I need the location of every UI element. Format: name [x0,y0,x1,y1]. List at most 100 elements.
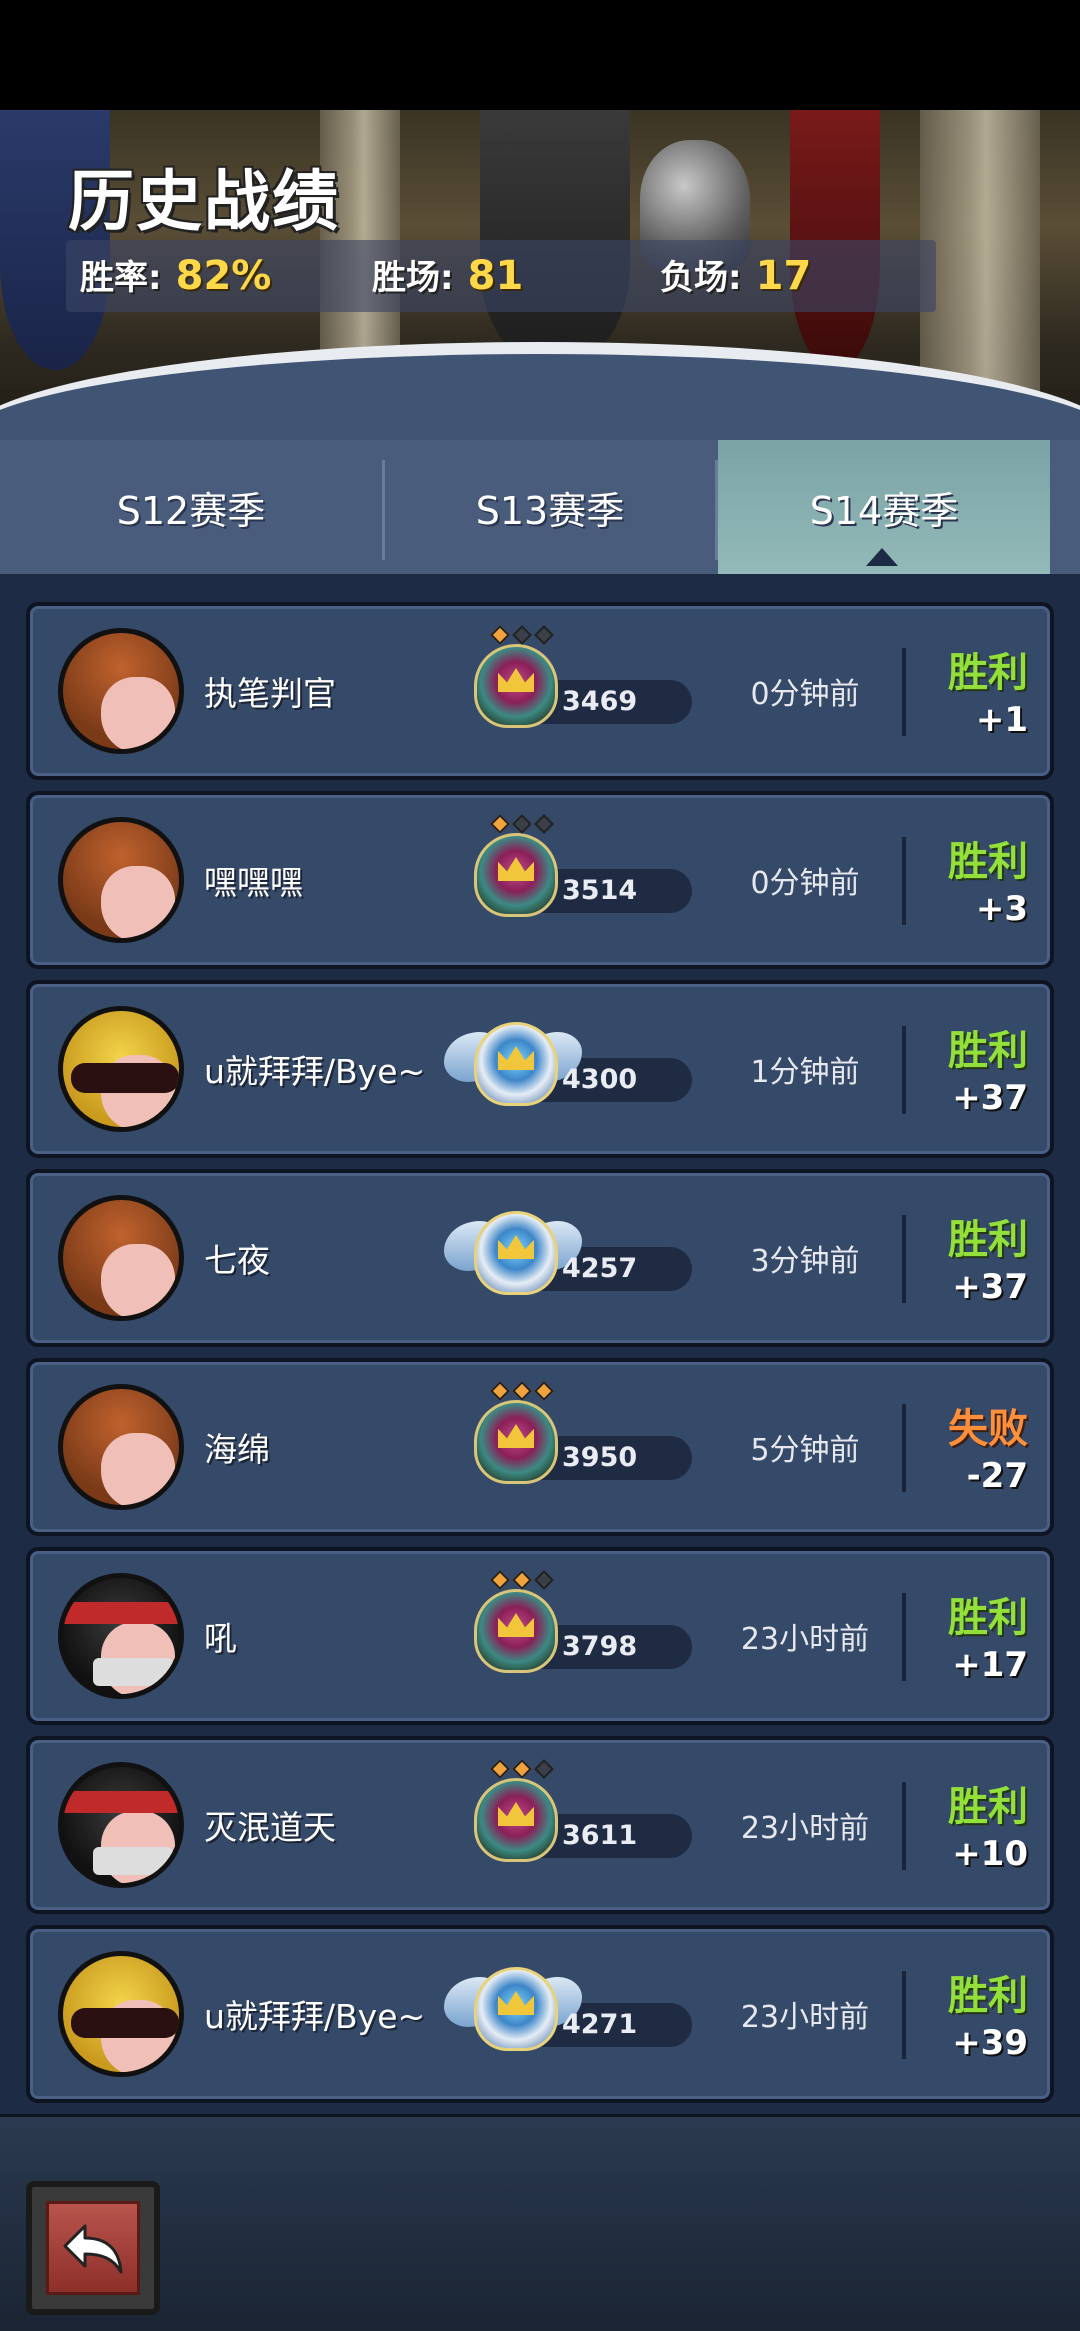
tab-s13[interactable]: S13赛季 [385,440,715,574]
sunglasses-icon [63,1956,179,2072]
rank-score: 4271 [562,2009,638,2040]
page-title: 历史战绩 [68,163,340,240]
match-time: 3分钟前 [750,1244,860,1279]
back-button[interactable] [26,2181,160,2315]
losses-label: 负场: [660,258,742,298]
header-banner: 历史战绩 胜率: 82% 胜场: 81 负场: 17 [0,110,1080,440]
win-rate-value: 82% [175,253,272,299]
win-rate-label: 胜率: [80,258,162,298]
headband-shape [63,1602,179,1624]
sunglasses-shape [71,2008,179,2038]
row-divider [902,648,906,736]
rank-pip-icon [490,625,510,645]
rank-pip-icon [490,1570,510,1590]
sunglasses-shape [71,1063,179,1093]
pumpkin-hood-icon [63,633,179,749]
match-row[interactable]: 灭泯道天 3611 23小时前 胜利 +10 [26,1736,1054,1914]
pumpkin-hood-icon [63,822,179,938]
player-name: 海绵 [204,1430,270,1469]
score-delta: +37 [952,1078,1028,1118]
losses-value: 17 [755,253,812,299]
rank-score: 3798 [562,1631,638,1662]
rank-pip-icon [512,1570,532,1590]
mask-shape [93,1847,173,1875]
match-time: 5分钟前 [750,1433,860,1468]
tab-s12[interactable]: S12赛季 [0,440,382,574]
score-delta: +1 [975,700,1028,740]
player-avatar[interactable] [58,1384,184,1510]
match-result: 胜利 [948,1784,1028,1830]
pumpkin-hood-icon [63,1200,179,1316]
avatar-face [101,1244,175,1316]
match-result: 胜利 [948,839,1028,885]
player-avatar[interactable] [58,628,184,754]
header-arc-divider [0,342,1080,440]
back-arrow-icon [63,2224,123,2274]
match-row[interactable]: 嘿嘿嘿 3514 0分钟前 胜利 +3 [26,791,1054,969]
rank-pip-icon [534,625,554,645]
match-time: 23小时前 [740,2000,870,2035]
row-divider [902,1026,906,1114]
score-delta: +17 [952,1645,1028,1685]
row-divider [902,1215,906,1303]
rank-pip-icon [512,625,532,645]
player-avatar[interactable] [58,817,184,943]
rank-pips [482,1759,562,1782]
wins-stat: 胜场: 81 [372,250,523,299]
row-divider [902,1593,906,1681]
score-delta: +39 [952,2023,1028,2063]
rank-display: 3469 [452,625,702,748]
losses-stat: 负场: 17 [660,250,811,299]
match-time: 23小时前 [740,1811,870,1846]
match-time: 23小时前 [740,1622,870,1657]
rank-display: 4300 [444,1006,702,1126]
rank-pip-icon [534,1759,554,1779]
rank-display: 3611 [452,1759,702,1882]
rank-pip-icon [512,1759,532,1779]
player-avatar[interactable] [58,1573,184,1699]
match-result: 胜利 [948,1973,1028,2019]
player-avatar[interactable] [58,1195,184,1321]
rank-pip-icon [512,814,532,834]
match-time: 0分钟前 [750,677,860,712]
pumpkin-hood-icon [63,1389,179,1505]
rank-display: 3514 [452,814,702,937]
match-row[interactable]: u就拜拜/Bye~ 4271 23小时前 胜利 +39 [26,1925,1054,2103]
match-row[interactable]: 执笔判官 3469 0分钟前 胜利 +1 [26,602,1054,780]
headband-shape [63,1791,179,1813]
match-row[interactable]: 七夜 4257 3分钟前 胜利 +37 [26,1169,1054,1347]
mask-shape [93,1658,173,1686]
bottom-bar [0,2114,1080,2331]
avatar-face [101,1433,175,1505]
player-name: u就拜拜/Bye~ [204,1052,426,1091]
rank-pip-icon [490,814,510,834]
win-rate-stat: 胜率: 82% [80,250,271,299]
score-delta: +3 [975,889,1028,929]
match-row[interactable]: 海绵 3950 5分钟前 失败 -27 [26,1358,1054,1536]
season-tabs: S12赛季 S13赛季 S14赛季 [0,440,1080,574]
rank-pip-icon [534,1381,554,1401]
sunglasses-icon [63,1011,179,1127]
rank-pips [482,625,562,648]
ninja-mask-icon [63,1578,179,1694]
player-name: u就拜拜/Bye~ [204,1997,426,2036]
wins-value: 81 [467,253,524,299]
player-avatar[interactable] [58,1951,184,2077]
match-row[interactable]: u就拜拜/Bye~ 4300 1分钟前 胜利 +37 [26,980,1054,1158]
rank-display: 3950 [452,1381,702,1504]
match-result: 胜利 [948,1028,1028,1074]
match-result: 胜利 [948,650,1028,696]
wins-label: 胜场: [372,258,454,298]
rank-display: 3798 [452,1570,702,1693]
player-name: 灭泯道天 [204,1808,336,1847]
avatar-face [101,866,175,938]
rank-pips [482,814,562,837]
match-row[interactable]: 吼 3798 23小时前 胜利 +17 [26,1547,1054,1725]
match-result: 失败 [948,1406,1028,1452]
rank-pip-icon [512,1381,532,1401]
player-avatar[interactable] [58,1006,184,1132]
player-avatar[interactable] [58,1762,184,1888]
rank-pip-icon [534,1570,554,1590]
match-history-list[interactable]: 执笔判官 3469 0分钟前 胜利 +1 嘿嘿嘿 3514 0分钟前 胜利 +3 u就拜拜/Bye~… [0,574,1080,2114]
rank-pip-icon [490,1381,510,1401]
